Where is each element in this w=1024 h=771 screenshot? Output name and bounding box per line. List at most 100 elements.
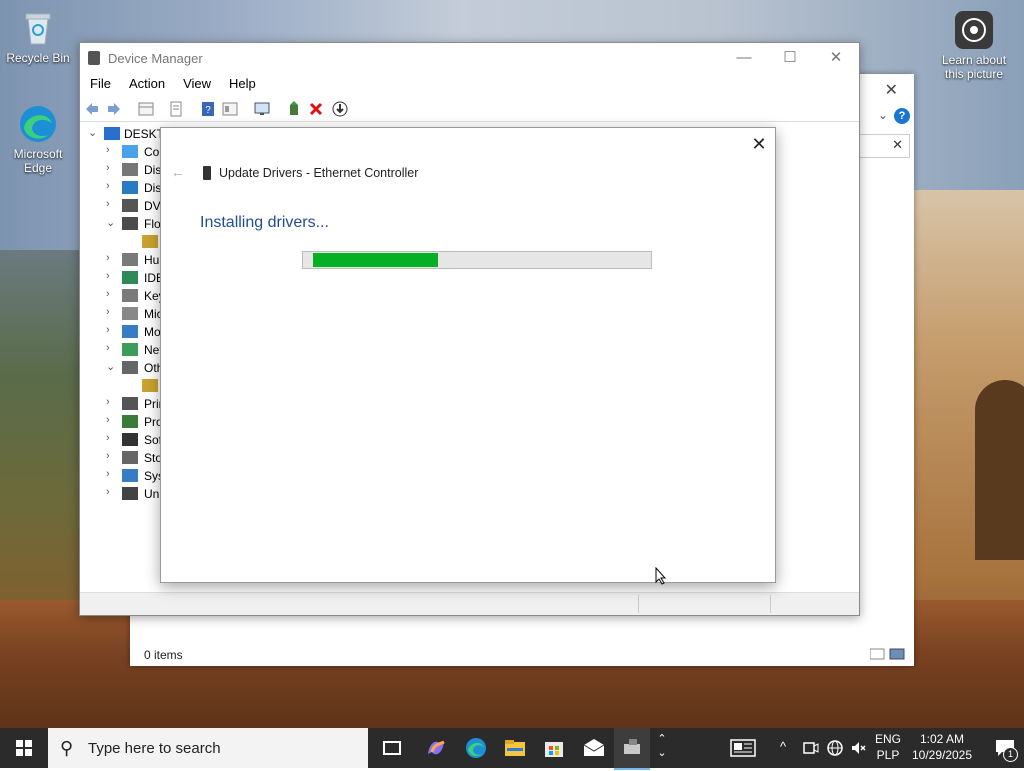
device-category-icon: [122, 217, 138, 230]
device-category-icon: [122, 163, 138, 176]
device-manager-titlebar[interactable]: Device Manager — ☐ ✕: [80, 43, 859, 73]
chevron-right-icon[interactable]: ›: [106, 288, 116, 300]
device-category-icon: [122, 487, 138, 500]
file-explorer-icon[interactable]: [503, 736, 527, 760]
install-progress-bar: [302, 251, 652, 269]
device-category-icon: [122, 415, 138, 428]
device-category-icon: [122, 271, 138, 284]
recycle-bin-label: Recycle Bin: [6, 51, 70, 65]
device-category-icon: [122, 397, 138, 410]
language-code: ENG: [874, 732, 901, 746]
microsoft-store-icon[interactable]: [542, 736, 566, 760]
recycle-bin-shortcut[interactable]: Recycle Bin: [0, 8, 76, 65]
device-category-icon: [122, 289, 138, 302]
device-category-icon: [122, 253, 138, 266]
menu-file[interactable]: File: [80, 73, 119, 91]
device-category-icon: [122, 451, 138, 464]
copilot-icon[interactable]: [424, 736, 448, 760]
chevron-down-icon[interactable]: ⌄: [106, 216, 116, 229]
menu-bar: File Action View Help: [80, 73, 859, 95]
menu-action[interactable]: Action: [119, 73, 173, 91]
menu-view[interactable]: View: [173, 73, 219, 91]
chevron-right-icon[interactable]: ›: [106, 396, 116, 408]
chevron-right-icon[interactable]: ›: [106, 180, 116, 192]
language-indicator[interactable]: ENG PLP: [872, 731, 904, 763]
chevron-down-icon[interactable]: ⌄: [88, 126, 98, 139]
download-arrow-icon[interactable]: [332, 101, 348, 117]
search-icon: ⚲: [60, 738, 74, 758]
learn-about-picture-shortcut[interactable]: Learn about this picture: [936, 10, 1012, 81]
chevron-down-icon[interactable]: ⌄: [878, 108, 888, 122]
uninstall-x-icon[interactable]: [308, 101, 324, 117]
update-drivers-dialog[interactable]: ✕ ← Update Drivers - Ethernet Controller…: [160, 127, 776, 583]
chevron-right-icon[interactable]: ›: [106, 414, 116, 426]
explorer-search-box[interactable]: ✕: [858, 134, 910, 158]
recycle-bin-icon: [18, 8, 58, 48]
minimize-button[interactable]: —: [721, 43, 767, 73]
back-arrow-icon[interactable]: [84, 101, 100, 117]
chevron-right-icon[interactable]: ›: [106, 432, 116, 444]
document-icon[interactable]: [168, 101, 184, 117]
device-category-icon: [122, 307, 138, 320]
device-category-icon: [122, 325, 138, 338]
taskbar-search-box[interactable]: ⚲ Type here to search: [48, 728, 368, 768]
windows-logo-icon: [16, 740, 32, 756]
chevron-right-icon[interactable]: ›: [106, 252, 116, 264]
chevron-right-icon[interactable]: ›: [106, 162, 116, 174]
chevron-down-icon[interactable]: ⌄: [106, 360, 116, 373]
help-icon[interactable]: ?: [894, 108, 910, 124]
edge-shortcut[interactable]: Microsoft Edge: [0, 104, 76, 175]
clock[interactable]: 1:02 AM 10/29/2025: [902, 731, 982, 763]
device-manager-taskbar-button[interactable]: [614, 728, 650, 770]
chevron-right-icon[interactable]: ›: [106, 198, 116, 210]
maximize-button[interactable]: ☐: [767, 43, 813, 73]
chevron-right-icon[interactable]: ›: [106, 486, 116, 498]
network-globe-icon[interactable]: [826, 739, 844, 757]
news-widget-icon[interactable]: [730, 738, 756, 758]
update-driver-icon[interactable]: [286, 101, 302, 117]
help-book-icon[interactable]: ?: [200, 101, 216, 117]
chevron-right-icon[interactable]: ›: [106, 144, 116, 156]
back-arrow-icon[interactable]: ←: [171, 164, 185, 180]
chevron-right-icon[interactable]: ›: [106, 324, 116, 336]
notification-center-button[interactable]: 1: [994, 738, 1018, 762]
view-panel-icon[interactable]: [222, 101, 238, 117]
device-category-icon: [122, 433, 138, 446]
clock-time: 1:02 AM: [919, 732, 965, 746]
svg-text:?: ?: [205, 105, 211, 116]
device-category-icon: [122, 181, 138, 194]
warning-device-icon: [142, 379, 158, 392]
device-manager-taskbar-icon: [624, 739, 640, 754]
device-category-icon: [122, 145, 138, 158]
device-manager-title: Device Manager: [108, 51, 203, 66]
properties-grid-icon[interactable]: [138, 101, 154, 117]
close-button[interactable]: ✕: [813, 43, 859, 73]
edge-taskbar-icon[interactable]: [464, 736, 488, 760]
mail-icon[interactable]: [582, 736, 606, 760]
device-category-icon: [122, 343, 138, 356]
volume-muted-icon[interactable]: [850, 740, 868, 756]
dialog-close-button[interactable]: ✕: [749, 134, 769, 154]
mouse-cursor-icon: [655, 567, 667, 585]
chevron-right-icon[interactable]: ›: [106, 306, 116, 318]
keyboard-layout: PLP: [876, 748, 900, 762]
start-button[interactable]: [0, 728, 48, 768]
device-manager-icon: [88, 51, 100, 65]
scan-hardware-icon[interactable]: [254, 101, 270, 117]
chevron-right-icon[interactable]: ›: [106, 468, 116, 480]
chevron-right-icon[interactable]: ›: [106, 450, 116, 462]
task-view-icon[interactable]: [380, 736, 404, 760]
menu-help[interactable]: Help: [219, 73, 264, 91]
warning-device-icon: [142, 235, 158, 248]
show-hidden-icons-chevron-icon[interactable]: ^: [780, 739, 786, 754]
meet-now-icon[interactable]: [802, 740, 820, 756]
toolbar: ?: [80, 97, 859, 122]
device-icon: [203, 166, 211, 180]
chevron-right-icon[interactable]: ›: [106, 270, 116, 282]
explorer-close-button[interactable]: ✕: [885, 80, 898, 100]
chevron-right-icon[interactable]: ›: [106, 342, 116, 354]
taskbar-scroll[interactable]: ⌃ ⌄: [654, 728, 670, 768]
clear-search-icon[interactable]: ✕: [892, 137, 903, 153]
view-toggle[interactable]: [869, 648, 906, 660]
forward-arrow-icon[interactable]: [106, 101, 122, 117]
